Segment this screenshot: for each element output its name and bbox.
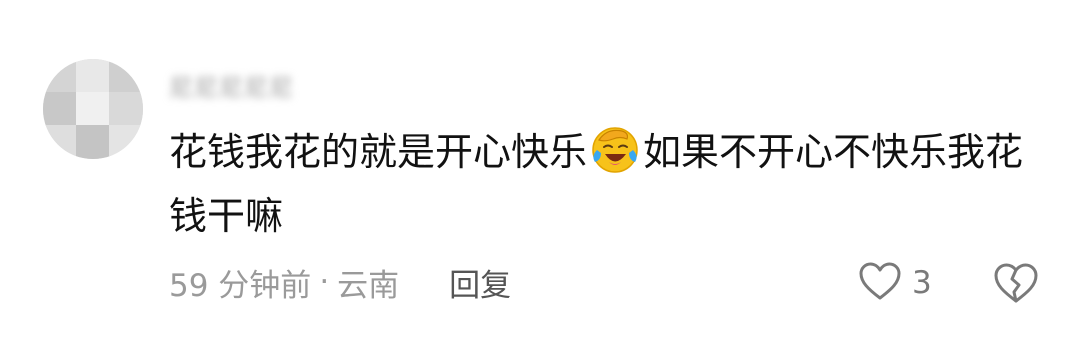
dislike-button[interactable] [992,259,1040,307]
heart-outline-icon [858,261,902,305]
comment-meta: 59 分钟前 · 云南 回复 [169,260,511,304]
username-text: 尼尼尼尼尼 [169,73,294,102]
reply-button[interactable]: 回复 [449,260,511,305]
comment-time: 59 分钟前 [169,267,312,304]
username[interactable]: 尼尼尼尼尼 [169,70,314,102]
avatar[interactable] [43,59,143,159]
comment-text-part-1: 花钱我花的就是开心快乐 [169,130,588,174]
like-count: 3 [912,265,932,301]
meta-separator: · [319,264,330,300]
like-button[interactable]: 3 [858,259,932,307]
comment-text: 花钱我花的就是开心快乐 如果不开心不快乐我花钱干嘛 [169,120,1049,248]
comment-item: 尼尼尼尼尼 花钱我花的就是开心快乐 如果不开心不快乐我花钱干嘛 59 分钟前 ·… [0,0,1080,358]
face-with-tears-of-joy-emoji-icon [589,123,641,175]
comment-location: 云南 [337,267,400,304]
broken-heart-icon [992,263,1040,311]
